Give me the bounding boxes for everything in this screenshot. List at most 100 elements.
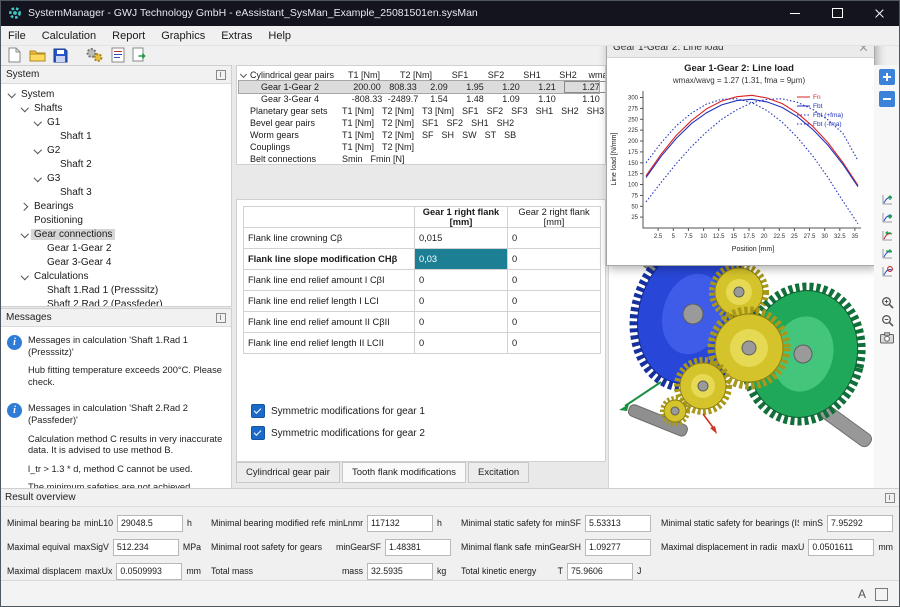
tree-item-gear-1-gear-2[interactable]: Gear 1-Gear 2 (3, 241, 231, 255)
tree-item-gear-connections[interactable]: Gear connections (3, 227, 231, 241)
svg-text:200: 200 (628, 139, 639, 145)
gear-pair-row-gear-3-gear-4[interactable]: Gear 3-Gear 4 -808.33 -2489.7 1.54 1.48 1.09 1… (239, 93, 600, 105)
tab-tooth-flank-modifications[interactable]: Tooth flank modifications (341, 462, 466, 483)
chevron-down-icon[interactable] (20, 103, 30, 113)
mod-value-cell[interactable]: 0 (507, 269, 601, 291)
mod-value-cell[interactable]: 0 (414, 290, 508, 312)
add-diagram-button[interactable] (879, 69, 895, 85)
mod-value-cell[interactable]: 0 (414, 332, 508, 354)
menu-item-calculation[interactable]: Calculation (34, 26, 104, 45)
chevron-down-icon[interactable] (239, 71, 248, 80)
tree-item-g3[interactable]: G3 (3, 171, 231, 185)
curve-scale-up-button[interactable] (881, 193, 894, 206)
new-file-button[interactable] (7, 46, 22, 64)
gt-spacer (239, 95, 248, 104)
curve-reset-button[interactable] (881, 265, 894, 278)
gear-pair-row-gear-1-gear-2[interactable]: Gear 1-Gear 2 200.00 808.33 2.09 1.95 1.20 1.2… (238, 80, 605, 94)
tree-item-bearings[interactable]: Bearings (3, 199, 231, 213)
mod-value-cell[interactable]: 0 (507, 248, 601, 270)
close-button[interactable] (858, 0, 900, 26)
mod-value-cell[interactable]: 0 (507, 290, 601, 312)
mod-col-header: Gear 1 right flank [mm] (414, 206, 508, 228)
result-mins: Minimal static safety for bearings (ISO … (656, 514, 898, 532)
gear-group-bevel-gear-pairs[interactable]: Bevel gear pairs T1 [Nm] T2 [Nm] SF1 SF2 SH1 S… (239, 117, 599, 129)
open-file-button[interactable] (29, 46, 46, 64)
checkbox-checked-icon[interactable] (251, 426, 265, 440)
gear-group-cylindrical-gear-pairs[interactable]: Cylindrical gear pairs T1 [Nm] T2 [Nm] SF1 S… (239, 69, 605, 81)
tab-cylindrical-gear-pair[interactable]: Cylindrical gear pair (236, 462, 340, 483)
line-load-chart: Gear 1-Gear 2: Line load wmax/wavg = 1.27… (607, 58, 874, 269)
tree-item-system[interactable]: System (3, 87, 231, 101)
tree-item-gear-3-gear-4[interactable]: Gear 3-Gear 4 (3, 255, 231, 269)
snapshot-button[interactable] (880, 332, 894, 344)
tab-excitation[interactable]: Excitation (467, 462, 530, 483)
system-panel-title: System (6, 69, 40, 80)
tree-item-shaft-3[interactable]: Shaft 3 (3, 185, 231, 199)
tree-item-positioning[interactable]: Positioning (3, 213, 231, 227)
menu-item-report[interactable]: Report (104, 26, 153, 45)
chevron-down-icon[interactable] (7, 89, 17, 99)
gear-col-header: T1 [Nm] (342, 106, 375, 116)
tree-item-shaft-2-rad-2-passfeder[interactable]: Shaft 2.Rad 2 (Passfeder) (3, 297, 231, 307)
tree-item-shaft-1-rad-1-presssitz[interactable]: Shaft 1.Rad 1 (Presssitz) (3, 283, 231, 297)
gear-group-worm-gears[interactable]: Worm gears T1 [Nm] T2 [Nm] SF SH SW ST SB (239, 129, 599, 141)
calculate-button[interactable] (85, 46, 104, 64)
svg-text:300: 300 (628, 96, 639, 102)
curve-arrow-up-icon (882, 195, 892, 205)
export-report-button[interactable] (132, 46, 148, 64)
maximize-button[interactable] (816, 0, 858, 26)
mod-value-cell[interactable]: 0,015 (414, 227, 508, 249)
tree-item-shaft-1[interactable]: Shaft 1 (3, 129, 231, 143)
mod-value-cell[interactable]: 0,03 (414, 248, 508, 270)
annotation-a-icon[interactable] (858, 588, 866, 600)
chevron-down-icon[interactable] (33, 145, 43, 155)
tree-item-g1[interactable]: G1 (3, 115, 231, 129)
minus-icon (879, 91, 895, 107)
gear-group-belt-connections[interactable]: Belt connections Smin Fmin [N] (239, 153, 599, 164)
checkbox-checked-icon[interactable] (251, 404, 265, 418)
dock-pin-icon[interactable] (216, 69, 226, 80)
svg-text:25: 25 (631, 215, 638, 221)
remove-diagram-button[interactable] (879, 91, 895, 107)
mod-value-cell[interactable]: 0 (507, 332, 601, 354)
menu-item-help[interactable]: Help (260, 26, 299, 45)
selection-frame-icon[interactable] (875, 587, 888, 601)
menu-item-graphics[interactable]: Graphics (153, 26, 213, 45)
chevron-right-icon[interactable] (20, 201, 30, 211)
menu-item-extras[interactable]: Extras (213, 26, 260, 45)
chevron-down-icon[interactable] (20, 229, 30, 239)
mod-value-cell[interactable]: 0 (507, 227, 601, 249)
chevron-down-icon[interactable] (20, 271, 30, 281)
curve-shift-left-button[interactable] (881, 229, 894, 242)
menu-item-file[interactable]: File (0, 26, 34, 45)
mod-value-cell[interactable]: 0 (507, 311, 601, 333)
chevron-down-icon[interactable] (33, 117, 43, 127)
mod-value-cell[interactable]: 0 (414, 311, 508, 333)
curve-scale-down-button[interactable] (881, 211, 894, 224)
report-button[interactable] (111, 46, 125, 64)
titlebar[interactable]: SystemManager - GWJ Technology GmbH - eA… (0, 0, 900, 26)
gear-pair-value: 1.54 (430, 94, 448, 104)
checkbox-row-symmetric-modifications-for-gear-2[interactable]: Symmetric modifications for gear 2 (251, 426, 425, 440)
tree-item-calculations[interactable]: Calculations (3, 269, 231, 283)
dock-pin-icon[interactable] (885, 492, 895, 503)
dock-pin-icon[interactable] (216, 312, 226, 323)
app-gear-logo-icon (8, 6, 22, 20)
result-value: 1.48381 (385, 538, 451, 556)
chevron-down-icon[interactable] (33, 173, 43, 183)
minimize-button[interactable] (774, 0, 816, 26)
tree-item-g2[interactable]: G2 (3, 143, 231, 157)
gt-spacer (239, 83, 248, 92)
svg-text:17.5: 17.5 (743, 234, 755, 240)
mod-value-cell[interactable]: 0 (414, 269, 508, 291)
gear-group-couplings[interactable]: Couplings T1 [Nm] T2 [Nm] (239, 141, 599, 153)
curve-shift-right-button[interactable] (881, 247, 894, 260)
zoom-in-button[interactable] (881, 296, 894, 309)
zoom-out-button[interactable] (881, 314, 894, 327)
save-button[interactable] (53, 46, 68, 64)
checkbox-row-symmetric-modifications-for-gear-1[interactable]: Symmetric modifications for gear 1 (251, 404, 425, 418)
tree-item-shafts[interactable]: Shafts (3, 101, 231, 115)
tree-item-shaft-2[interactable]: Shaft 2 (3, 157, 231, 171)
gear-group-planetary-gear-sets[interactable]: Planetary gear sets T1 [Nm] T2 [Nm] T3 [Nm]… (239, 105, 604, 117)
